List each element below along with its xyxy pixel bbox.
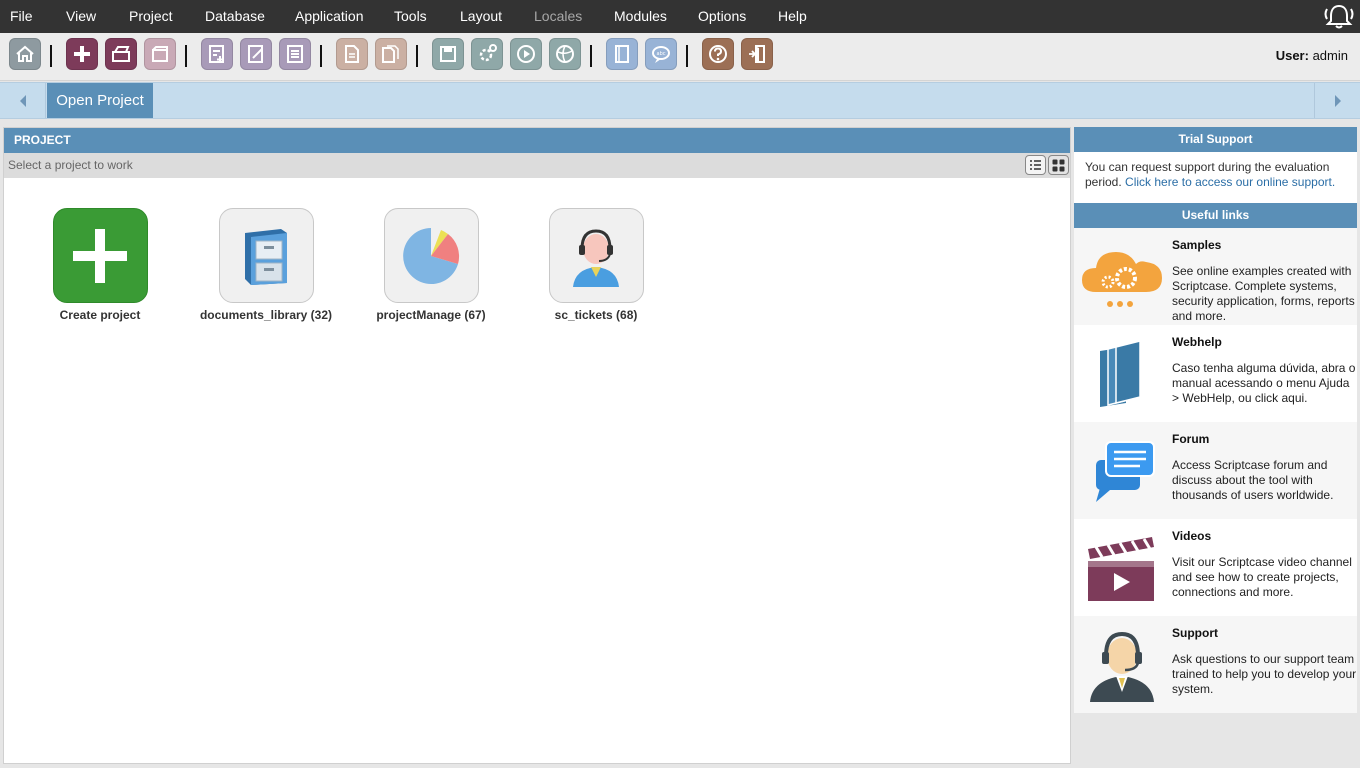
new-application-icon[interactable]	[201, 38, 233, 70]
menu-bar: File View Project Database Application T…	[0, 0, 1360, 33]
project-subtitle: Select a project to work	[8, 158, 133, 172]
document-icon[interactable]	[336, 38, 368, 70]
edit-application-icon[interactable]	[240, 38, 272, 70]
project-label: Create project	[59, 308, 141, 322]
useful-link-forum[interactable]: Forum Access Scriptcase forum and discus…	[1074, 422, 1357, 519]
chevron-left-icon	[19, 94, 26, 107]
tab-bar: Open Project	[0, 82, 1360, 119]
useful-link-description: Access Scriptcase forum and discuss abou…	[1172, 458, 1334, 502]
documents-icon[interactable]	[375, 38, 407, 70]
toolbar: abc User: admin	[0, 33, 1360, 81]
user-name: admin	[1312, 48, 1348, 63]
cloud-gear-icon	[1080, 242, 1164, 314]
application-list-icon[interactable]	[279, 38, 311, 70]
publish-icon[interactable]	[549, 38, 581, 70]
user-indicator: User: admin	[1276, 48, 1348, 63]
home-icon[interactable]	[9, 38, 41, 70]
useful-link-title: Videos	[1172, 529, 1212, 543]
grid-view-button[interactable]	[1048, 155, 1069, 175]
generate-icon[interactable]	[471, 38, 503, 70]
create-project-button[interactable]: Create project	[15, 208, 185, 322]
toolbar-separator	[416, 45, 418, 67]
menu-application[interactable]: Application	[295, 0, 364, 33]
trial-support-header: Trial Support	[1074, 127, 1357, 152]
menu-project[interactable]: Project	[129, 0, 173, 33]
menu-layout[interactable]: Layout	[460, 0, 502, 33]
save-icon[interactable]	[432, 38, 464, 70]
pie-chart-icon	[383, 208, 479, 303]
project-item[interactable]: documents_library (32)	[181, 208, 351, 322]
useful-link-webhelp[interactable]: Webhelp Caso tenha alguma dúvida, abra o…	[1074, 325, 1357, 422]
new-project-icon[interactable]	[66, 38, 98, 70]
project-label: projectManage (67)	[376, 308, 486, 322]
spellcheck-icon[interactable]: abc	[645, 38, 677, 70]
right-panel: Trial Support You can request support du…	[1074, 127, 1357, 764]
manual-icon[interactable]	[606, 38, 638, 70]
chat-bubbles-icon	[1080, 436, 1164, 508]
bell-icon[interactable]	[1323, 3, 1355, 30]
menu-file[interactable]: File	[10, 0, 33, 33]
project-panel-header: PROJECT	[4, 128, 1070, 153]
svg-text:abc: abc	[657, 51, 666, 57]
menu-view[interactable]: View	[66, 0, 96, 33]
list-view-button[interactable]	[1025, 155, 1046, 175]
useful-link-title: Samples	[1172, 238, 1222, 252]
project-panel: PROJECT Select a project to work Create …	[3, 127, 1071, 764]
help-icon[interactable]	[702, 38, 734, 70]
project-box-icon[interactable]	[144, 38, 176, 70]
books-icon	[1080, 339, 1164, 411]
exit-icon[interactable]	[741, 38, 773, 70]
grid-icon	[1052, 159, 1065, 171]
tab-scroll-left-button[interactable]	[0, 83, 46, 118]
menu-database[interactable]: Database	[205, 0, 265, 33]
useful-link-title: Forum	[1172, 432, 1210, 446]
useful-link-description: See online examples created with Scriptc…	[1172, 264, 1355, 323]
run-icon[interactable]	[510, 38, 542, 70]
support-agent-icon	[548, 208, 644, 303]
useful-link-description: Caso tenha alguma dúvida, abra o manual …	[1172, 361, 1356, 405]
plus-icon	[52, 208, 148, 303]
menu-modules[interactable]: Modules	[614, 0, 667, 33]
toolbar-separator	[590, 45, 592, 67]
useful-link-description: Visit our Scriptcase video channel and s…	[1172, 555, 1352, 599]
list-icon	[1030, 160, 1041, 170]
open-project-icon[interactable]	[105, 38, 137, 70]
menu-options[interactable]: Options	[698, 0, 746, 33]
menu-help[interactable]: Help	[778, 0, 807, 33]
user-label: User:	[1275, 48, 1309, 63]
clapperboard-icon	[1080, 533, 1164, 605]
tab-scroll-right-button[interactable]	[1314, 83, 1360, 118]
toolbar-separator	[320, 45, 322, 67]
useful-link-title: Support	[1172, 626, 1218, 640]
headset-icon	[1080, 630, 1164, 702]
toolbar-separator	[686, 45, 688, 67]
file-cabinet-icon	[218, 208, 314, 303]
menu-tools[interactable]: Tools	[394, 0, 427, 33]
toolbar-separator	[185, 45, 187, 67]
chevron-right-icon	[1334, 94, 1341, 107]
useful-link-title: Webhelp	[1172, 335, 1222, 349]
project-item[interactable]: projectManage (67)	[346, 208, 516, 322]
useful-links-header: Useful links	[1074, 203, 1357, 228]
toolbar-separator	[50, 45, 52, 67]
tab-open-project[interactable]: Open Project	[47, 83, 153, 118]
trial-support-link[interactable]: Click here to access our online support.	[1125, 175, 1335, 189]
useful-link-videos[interactable]: Videos Visit our Scriptcase video channe…	[1074, 519, 1357, 616]
project-label: sc_tickets (68)	[554, 308, 638, 322]
useful-link-description: Ask questions to our support team traine…	[1172, 652, 1357, 696]
trial-support-body: You can request support during the evalu…	[1074, 152, 1357, 203]
project-item[interactable]: sc_tickets (68)	[511, 208, 681, 322]
useful-link-support[interactable]: Support Ask questions to our support tea…	[1074, 616, 1357, 713]
menu-locales[interactable]: Locales	[534, 0, 582, 33]
useful-link-samples[interactable]: Samples See online examples created with…	[1074, 228, 1357, 325]
project-subbar: Select a project to work	[4, 153, 1070, 178]
project-label: documents_library (32)	[199, 308, 333, 322]
